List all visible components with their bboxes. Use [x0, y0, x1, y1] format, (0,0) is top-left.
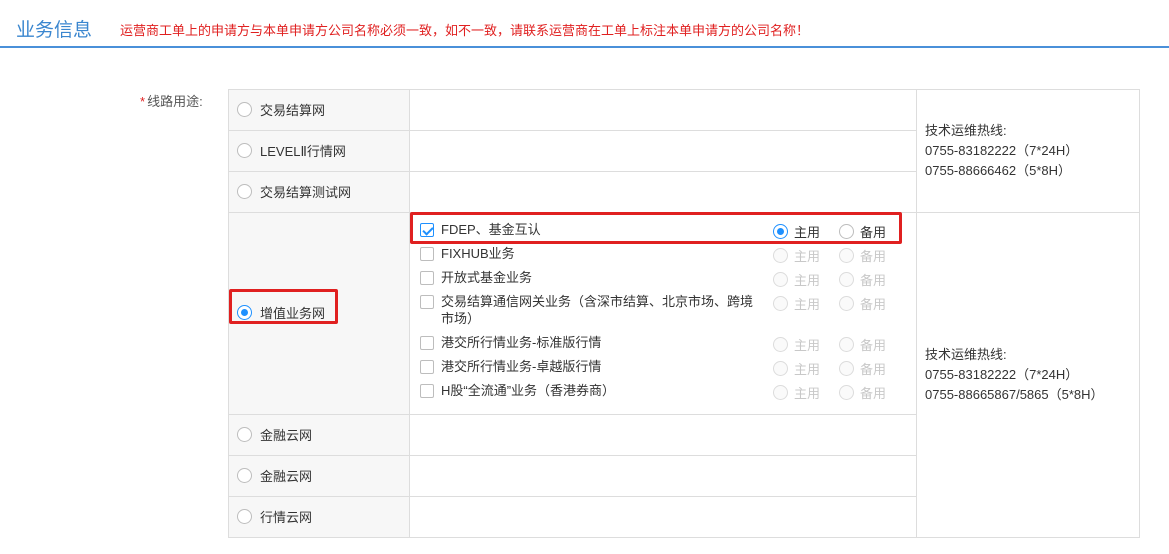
h-share-backup-radio: 备用	[839, 383, 886, 402]
section-title: 业务信息	[16, 20, 93, 41]
radio-label: LEVELⅡ行情网	[260, 144, 346, 159]
required-mark: *	[140, 94, 146, 109]
backup-label: 备用	[860, 249, 887, 264]
service-row-hkex-premium[interactable]: 港交所行情业务-卓越版行情	[420, 358, 771, 375]
backup-label: 备用	[860, 338, 887, 353]
highlight-box	[410, 212, 902, 244]
line-usage-label: * 线路用途:	[140, 91, 203, 110]
service-row-open-fund[interactable]: 开放式基金业务	[420, 269, 771, 286]
radio-disabled-icon	[839, 248, 854, 263]
radio-disabled-icon	[773, 296, 788, 311]
service-label: 交易结算通信网关业务（含深市结算、北京市场、跨境市场）	[441, 294, 754, 326]
primary-label: 主用	[794, 386, 821, 401]
checkbox-icon[interactable]	[420, 336, 434, 350]
hkex-premium-primary-radio: 主用	[773, 359, 820, 378]
radio-trading-settlement-test[interactable]: 交易结算测试网	[237, 182, 351, 201]
radio-label: 金融云网	[260, 428, 313, 443]
radio-label: 交易结算网	[260, 103, 326, 118]
hotline-number: 0755-88666462（5*8H）	[925, 163, 1071, 178]
service-label: 开放式基金业务	[441, 270, 533, 285]
hotline-number: 0755-83182222（7*24H）	[925, 367, 1079, 382]
radio-financial-cloud[interactable]: 金融云网	[237, 425, 312, 444]
detail-cell	[409, 89, 917, 131]
radio-financial-cloud-2[interactable]: 金融云网	[237, 466, 312, 485]
service-row-h-share[interactable]: H股“全流通”业务（香港券商）	[420, 382, 771, 399]
backup-label: 备用	[860, 386, 887, 401]
radio-disabled-icon	[839, 337, 854, 352]
detail-cell	[409, 171, 917, 213]
primary-label: 主用	[794, 362, 821, 377]
gateway-backup-radio: 备用	[839, 294, 886, 313]
radio-disabled-icon	[839, 296, 854, 311]
radio-circle-icon	[237, 184, 252, 199]
radio-disabled-icon	[839, 272, 854, 287]
checkbox-icon[interactable]	[420, 360, 434, 374]
primary-label: 主用	[794, 249, 821, 264]
detail-cell	[409, 130, 917, 172]
radio-circle-icon	[237, 509, 252, 524]
open-fund-backup-radio: 备用	[839, 270, 886, 289]
radio-trading-settlement[interactable]: 交易结算网	[237, 100, 325, 119]
hotline-info: 技术运维热线: 0755-83182222（7*24H） 0755-886664…	[925, 121, 1078, 181]
checkbox-icon[interactable]	[420, 271, 434, 285]
checkbox-icon[interactable]	[420, 247, 434, 261]
company-name-notice: 运营商工单上的申请方与本单申请方公司名称必须一致，如不一致，请联系运营商在工单上…	[120, 23, 810, 38]
radio-circle-icon	[237, 468, 252, 483]
radio-disabled-icon	[773, 337, 788, 352]
h-share-primary-radio: 主用	[773, 383, 820, 402]
backup-label: 备用	[860, 273, 887, 288]
hotline-title: 技术运维热线:	[925, 123, 1007, 138]
radio-market-cloud[interactable]: 行情云网	[237, 507, 312, 526]
radio-circle-icon	[237, 427, 252, 442]
hkex-standard-primary-radio: 主用	[773, 335, 820, 354]
primary-label: 主用	[794, 273, 821, 288]
service-row-hkex-standard[interactable]: 港交所行情业务-标准版行情	[420, 334, 771, 351]
hkex-premium-backup-radio: 备用	[839, 359, 886, 378]
service-row-fixhub[interactable]: FIXHUB业务	[420, 245, 771, 262]
checkbox-icon[interactable]	[420, 295, 434, 309]
line-usage-label-text: 线路用途:	[147, 94, 203, 109]
primary-label: 主用	[794, 338, 821, 353]
radio-disabled-icon	[839, 385, 854, 400]
service-label: H股“全流通”业务（香港券商）	[441, 383, 616, 398]
radio-level2-market[interactable]: LEVELⅡ行情网	[237, 141, 346, 160]
hotline-number: 0755-88665867/5865（5*8H）	[925, 387, 1104, 402]
backup-label: 备用	[860, 297, 887, 312]
section-header: 业务信息 运营商工单上的申请方与本单申请方公司名称必须一致，如不一致，请联系运营…	[0, 0, 1169, 48]
hotline-title: 技术运维热线:	[925, 347, 1007, 362]
radio-circle-icon	[237, 102, 252, 117]
radio-disabled-icon	[773, 272, 788, 287]
radio-disabled-icon	[773, 385, 788, 400]
radio-label: 行情云网	[260, 510, 313, 525]
backup-label: 备用	[860, 362, 887, 377]
fixhub-backup-radio: 备用	[839, 246, 886, 265]
service-label: 港交所行情业务-卓越版行情	[441, 359, 602, 374]
radio-label: 金融云网	[260, 469, 313, 484]
detail-cell	[409, 455, 917, 497]
gateway-primary-radio: 主用	[773, 294, 820, 313]
checkbox-icon[interactable]	[420, 384, 434, 398]
detail-cell	[409, 496, 917, 538]
radio-disabled-icon	[839, 361, 854, 376]
hotline-info: 技术运维热线: 0755-83182222（7*24H） 0755-886658…	[925, 345, 1104, 405]
service-label: FIXHUB业务	[441, 246, 515, 261]
fixhub-primary-radio: 主用	[773, 246, 820, 265]
hotline-number: 0755-83182222（7*24H）	[925, 143, 1079, 158]
primary-label: 主用	[794, 297, 821, 312]
radio-disabled-icon	[773, 361, 788, 376]
open-fund-primary-radio: 主用	[773, 270, 820, 289]
hkex-standard-backup-radio: 备用	[839, 335, 886, 354]
radio-circle-icon	[237, 143, 252, 158]
service-label: 港交所行情业务-标准版行情	[441, 335, 602, 350]
detail-cell	[409, 414, 917, 456]
highlight-box	[229, 289, 338, 324]
radio-label: 交易结算测试网	[260, 185, 352, 200]
radio-disabled-icon	[773, 248, 788, 263]
service-row-gateway[interactable]: 交易结算通信网关业务（含深市结算、北京市场、跨境市场）	[420, 293, 761, 327]
